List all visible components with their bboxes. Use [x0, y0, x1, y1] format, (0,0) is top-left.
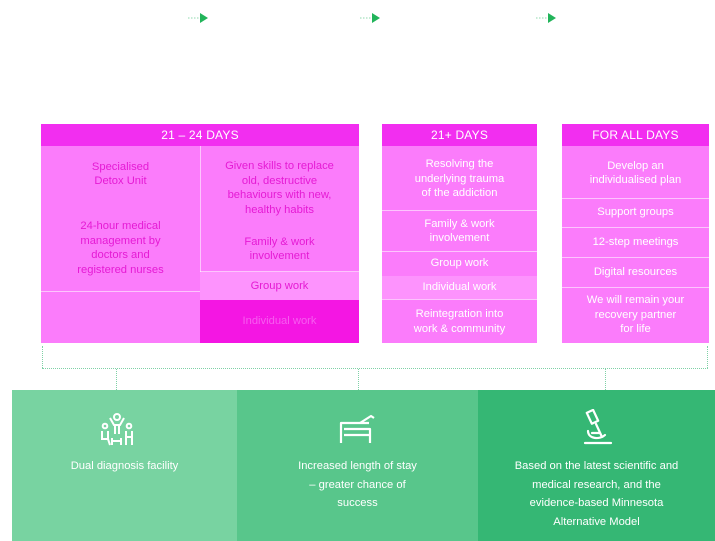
individual-work-label: Individual work: [200, 300, 359, 343]
length-of-stay-text: Increased length of stay – greater chanc…: [298, 460, 417, 509]
phase-3-header: FOR ALL DAYS: [562, 124, 709, 146]
feature-panel-length-of-stay: Increased length of stay – greater chanc…: [237, 390, 478, 541]
phase-2-header: 21+ DAYS: [382, 124, 537, 146]
support-groups-label: Support groups: [597, 206, 674, 219]
people-diagnosis-icon: [101, 413, 133, 446]
group-work-label: Group work: [200, 272, 359, 300]
phase-1-header: 21 – 24 DAYS: [41, 124, 359, 146]
group-work-label: Group work: [430, 257, 489, 270]
research-text: Based on the latest scientific and medic…: [514, 460, 679, 528]
feature-panel-dual-diagnosis: Dual diagnosis facility: [12, 390, 237, 541]
detox-unit-label: Specialised Detox Unit: [91, 160, 150, 188]
bed-icon: [339, 414, 375, 443]
dual-diagnosis-text: Dual diagnosis facility: [70, 460, 179, 472]
microscope-icon: [583, 409, 613, 445]
individualised-plan-label: Develop an individualised plan: [589, 159, 682, 187]
arrow-right-icon: [360, 13, 380, 23]
individual-work-label: Individual work: [382, 276, 537, 299]
step-meetings-label: 12-step meetings: [592, 235, 679, 248]
arrow-right-icon: [536, 13, 556, 23]
reintegration-label: Reintegration into work & community: [413, 308, 506, 335]
arrow-right-icon: [188, 13, 208, 23]
digital-resources-label: Digital resources: [593, 265, 678, 278]
feature-panel-research: Based on the latest scientific and medic…: [478, 390, 715, 541]
recovery-partner-label: We will remain your recovery partner for…: [586, 294, 685, 336]
trauma-label: Resolving the underlying trauma of the a…: [414, 158, 505, 200]
family-work-label: Family & work involvement: [424, 217, 495, 245]
family-work-label: Family & work involvement: [244, 235, 315, 263]
medical-management-label: 24-hour medical management by doctors an…: [77, 220, 164, 276]
skills-label: Given skills to replace old, destructive…: [225, 160, 334, 216]
